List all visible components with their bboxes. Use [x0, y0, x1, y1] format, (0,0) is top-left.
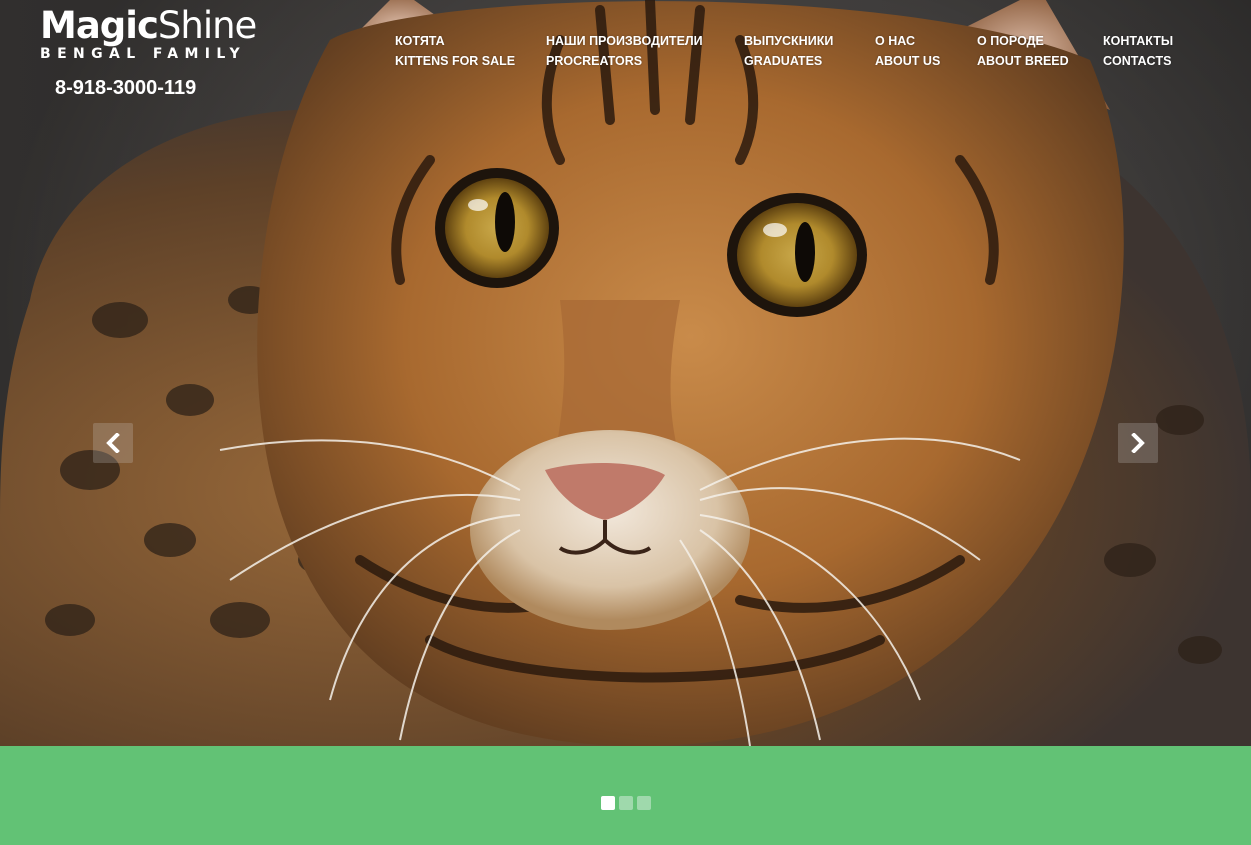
- chevron-left-icon: [106, 433, 120, 453]
- nav-item-contacts[interactable]: КОНТАКТЫ CONTACTS: [1103, 31, 1173, 71]
- nav-item-label-en: GRADUATES: [744, 54, 823, 68]
- nav-item-about-us[interactable]: О НАС ABOUT US: [875, 31, 940, 71]
- main-nav: КОТЯТА KITTENS FOR SALE НАШИ ПРОИЗВОДИТЕ…: [0, 31, 1251, 71]
- nav-item-label-ru: КОНТАКТЫ: [1103, 34, 1174, 48]
- nav-item-label-en: KITTENS FOR SALE: [395, 54, 516, 68]
- nav-item-about-breed[interactable]: О ПОРОДЕ ABOUT BREED: [977, 31, 1069, 71]
- nav-item-label-en: ABOUT BREED: [977, 54, 1069, 68]
- slide-photo-bengal-cat: [0, 0, 1251, 746]
- hero-slider: [0, 0, 1251, 746]
- nav-item-label-en: PROCREATORS: [546, 54, 643, 68]
- nav-item-procreators[interactable]: НАШИ ПРОИЗВОДИТЕЛИ PROCREATORS: [546, 31, 703, 71]
- slider-dot-3[interactable]: [636, 796, 651, 810]
- slider-prev-button[interactable]: [93, 423, 133, 463]
- nav-item-kittens[interactable]: КОТЯТА KITTENS FOR SALE: [395, 31, 515, 71]
- nav-item-label-en: ABOUT US: [875, 54, 941, 68]
- slider-dot-2[interactable]: [618, 796, 633, 810]
- slider-pagination: [0, 796, 1251, 811]
- nav-item-label-ru: О НАС: [875, 34, 915, 48]
- nav-item-label-ru: ВЫПУСКНИКИ: [744, 34, 834, 48]
- nav-item-label-en: CONTACTS: [1103, 54, 1172, 68]
- nav-item-graduates[interactable]: ВЫПУСКНИКИ GRADUATES: [744, 31, 833, 71]
- slider-dot-1[interactable]: [600, 796, 615, 810]
- page: MagicShine BENGAL FAMILY 8-918-3000-119 …: [0, 0, 1251, 845]
- phone-number[interactable]: 8-918-3000-119: [55, 77, 196, 100]
- chevron-right-icon: [1131, 433, 1145, 453]
- slider-next-button[interactable]: [1118, 423, 1158, 463]
- nav-item-label-ru: НАШИ ПРОИЗВОДИТЕЛИ: [546, 34, 703, 48]
- nav-item-label-ru: О ПОРОДЕ: [977, 34, 1044, 48]
- nav-item-label-ru: КОТЯТА: [395, 34, 445, 48]
